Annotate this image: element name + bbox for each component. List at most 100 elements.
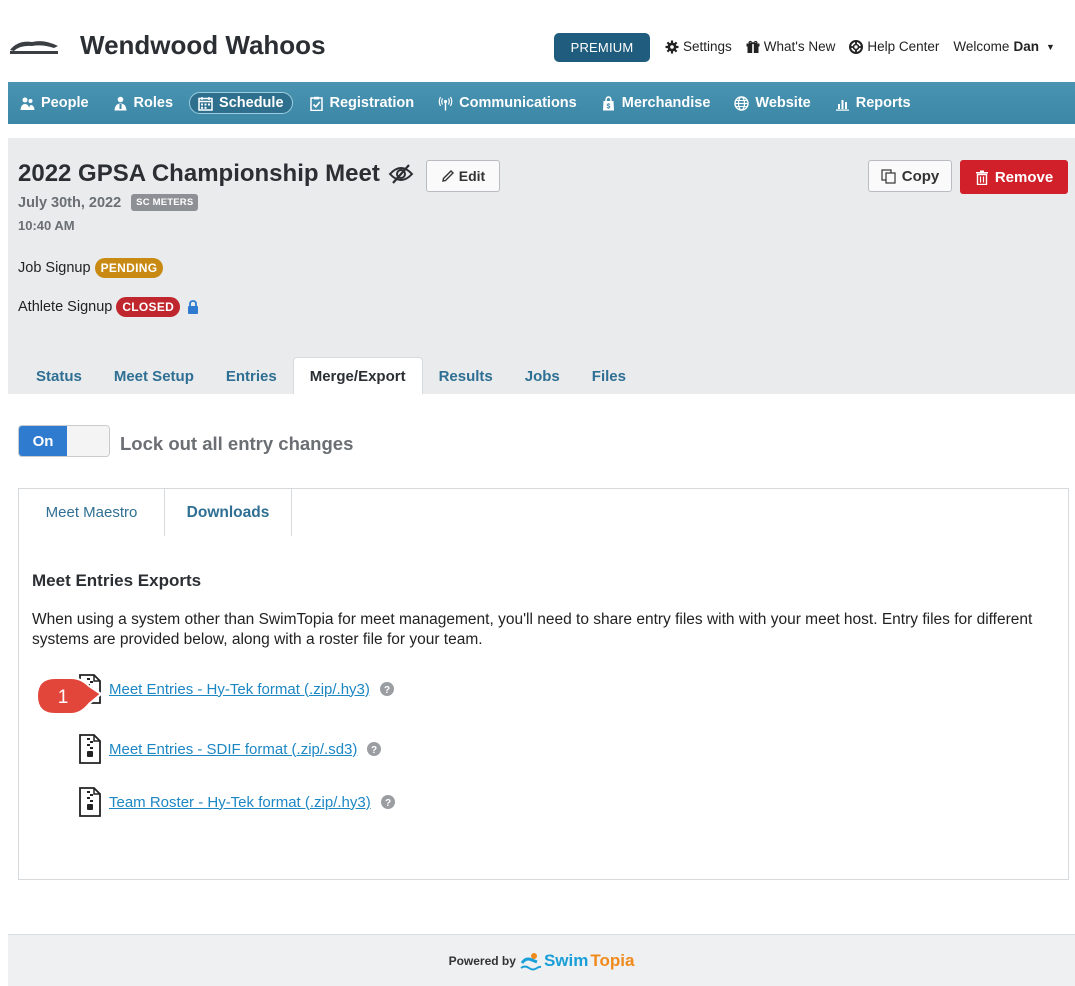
brand-swim: Swim	[543, 951, 589, 970]
nav-label: Roles	[133, 95, 174, 111]
nav-label: Communications	[459, 95, 577, 111]
gear-icon	[665, 40, 679, 53]
welcome-label: Welcome	[953, 39, 1010, 54]
roles-icon	[114, 96, 127, 110]
remove-label: Remove	[994, 168, 1054, 186]
step-callout-number: 1	[58, 687, 69, 708]
team-logo[interactable]	[8, 36, 60, 58]
nav-label: Website	[755, 95, 811, 111]
remove-button[interactable]: Remove	[960, 160, 1068, 194]
nav-item-communications[interactable]: Communications	[430, 91, 585, 115]
meet-title: 2022 GPSA Championship Meet	[18, 160, 414, 188]
tab-meet-maestro[interactable]: Meet Maestro	[19, 489, 164, 536]
broadcast-icon	[438, 96, 453, 110]
pencil-icon	[441, 170, 454, 182]
section-title: Meet Entries Exports	[32, 571, 202, 590]
edit-button[interactable]: Edit	[426, 160, 500, 192]
lock-entries-toggle[interactable]: On	[18, 425, 110, 457]
eye-slash-icon	[388, 164, 414, 184]
user-name: Dan	[1013, 39, 1039, 54]
tab-jobs[interactable]: Jobs	[509, 358, 576, 394]
meet-title-text: 2022 GPSA Championship Meet	[18, 160, 380, 187]
tab-meet-setup[interactable]: Meet Setup	[98, 358, 210, 394]
toggle-knob	[67, 426, 109, 456]
job-signup-row: Job Signup PENDING	[18, 258, 164, 278]
nav-item-people[interactable]: People	[12, 91, 97, 115]
job-signup-label: Job Signup	[18, 260, 91, 276]
nav-item-schedule[interactable]: Schedule	[189, 92, 293, 114]
team-name[interactable]: Wendwood Wahoos	[80, 30, 326, 61]
meet-date: July 30th, 2022	[18, 194, 122, 211]
download-row: Meet Entries - SDIF format (.zip/.sd3) ?	[79, 734, 382, 764]
copy-button[interactable]: Copy	[868, 160, 952, 192]
nav-item-reports[interactable]: Reports	[827, 91, 919, 115]
brand-topia: Topia	[590, 951, 635, 970]
nav-label: Merchandise	[621, 95, 711, 111]
download-link-hytek-entries[interactable]: Meet Entries - Hy-Tek format (.zip/.hy3)	[109, 681, 370, 698]
svg-text:?: ?	[384, 685, 390, 696]
help-center-link[interactable]: Help Center	[849, 39, 939, 54]
lifebuoy-icon	[849, 39, 864, 54]
settings-link[interactable]: Settings	[665, 39, 732, 54]
meet-tabs: Status Meet Setup Entries Merge/Export R…	[8, 354, 1075, 394]
nav-item-merchandise[interactable]: $ Merchandise	[593, 91, 719, 115]
premium-badge[interactable]: PREMIUM	[554, 33, 650, 62]
top-links: Settings What's New Help Center Welcome …	[665, 39, 1055, 54]
zip-file-icon	[79, 787, 101, 817]
nav-label: Registration	[329, 95, 415, 111]
powered-by-label: Powered by	[448, 954, 516, 968]
gift-icon	[746, 40, 760, 53]
bar-chart-icon	[835, 99, 849, 111]
tab-downloads[interactable]: Downloads	[164, 489, 292, 536]
whats-new-link[interactable]: What's New	[746, 39, 836, 54]
export-panel: Meet Maestro Downloads Meet Entries Expo…	[18, 488, 1069, 880]
meet-time: 10:40 AM	[18, 218, 75, 233]
athlete-signup-label: Athlete Signup	[18, 299, 113, 315]
nav-item-website[interactable]: Website	[726, 91, 818, 115]
people-icon	[20, 97, 35, 110]
nav-item-roles[interactable]: Roles	[105, 91, 182, 115]
svg-text:?: ?	[371, 745, 377, 756]
meet-date-row: July 30th, 2022 SC METERS	[18, 194, 199, 211]
tab-results[interactable]: Results	[423, 358, 509, 394]
lock-icon	[188, 300, 199, 314]
question-circle-icon[interactable]: ?	[380, 795, 395, 809]
toggle-on-label: On	[19, 426, 67, 456]
bag-icon: $	[602, 95, 614, 110]
help-center-label: Help Center	[867, 39, 940, 54]
whats-new-label: What's New	[763, 39, 836, 54]
tab-merge-export[interactable]: Merge/Export	[292, 357, 423, 394]
nav-label: Schedule	[219, 95, 284, 111]
job-signup-status-badge: PENDING	[94, 258, 164, 278]
svg-text:?: ?	[385, 798, 391, 809]
swimmer-logo-icon	[520, 953, 542, 971]
main-nav: People Roles Schedule Registration Commu…	[8, 82, 1075, 124]
copy-icon	[881, 168, 896, 184]
nav-label: Reports	[855, 95, 911, 111]
question-circle-icon[interactable]: ?	[379, 682, 394, 696]
step-callout: 1	[35, 677, 103, 715]
copy-label: Copy	[901, 167, 940, 185]
download-link-sdif-entries[interactable]: Meet Entries - SDIF format (.zip/.sd3)	[109, 741, 357, 758]
question-circle-icon[interactable]: ?	[367, 742, 382, 756]
tab-entries[interactable]: Entries	[210, 358, 293, 394]
tab-status[interactable]: Status	[20, 358, 98, 394]
download-row: Meet Entries - Hy-Tek format (.zip/.hy3)…	[79, 674, 394, 704]
calendar-icon	[198, 96, 213, 111]
athlete-signup-row: Athlete Signup CLOSED	[18, 297, 199, 317]
settings-label: Settings	[683, 39, 732, 54]
nav-label: People	[41, 95, 89, 111]
nav-item-registration[interactable]: Registration	[301, 91, 423, 115]
globe-icon	[734, 95, 750, 111]
zip-file-icon	[79, 734, 101, 764]
swimtopia-logo[interactable]: Swim Topia	[520, 951, 634, 971]
footer: Powered by Swim Topia	[8, 934, 1075, 986]
app-frame: Wendwood Wahoos PREMIUM Settings What's …	[8, 8, 1075, 986]
user-menu[interactable]: Welcome Dan ▼	[953, 39, 1054, 54]
athlete-signup-status-badge: CLOSED	[116, 297, 181, 317]
top-header: Wendwood Wahoos PREMIUM Settings What's …	[8, 8, 1075, 82]
download-link-team-roster[interactable]: Team Roster - Hy-Tek format (.zip/.hy3)	[109, 794, 371, 811]
tab-files[interactable]: Files	[576, 358, 642, 394]
clipboard-icon	[309, 96, 323, 111]
section-description: When using a system other than SwimTopia…	[32, 611, 1033, 648]
